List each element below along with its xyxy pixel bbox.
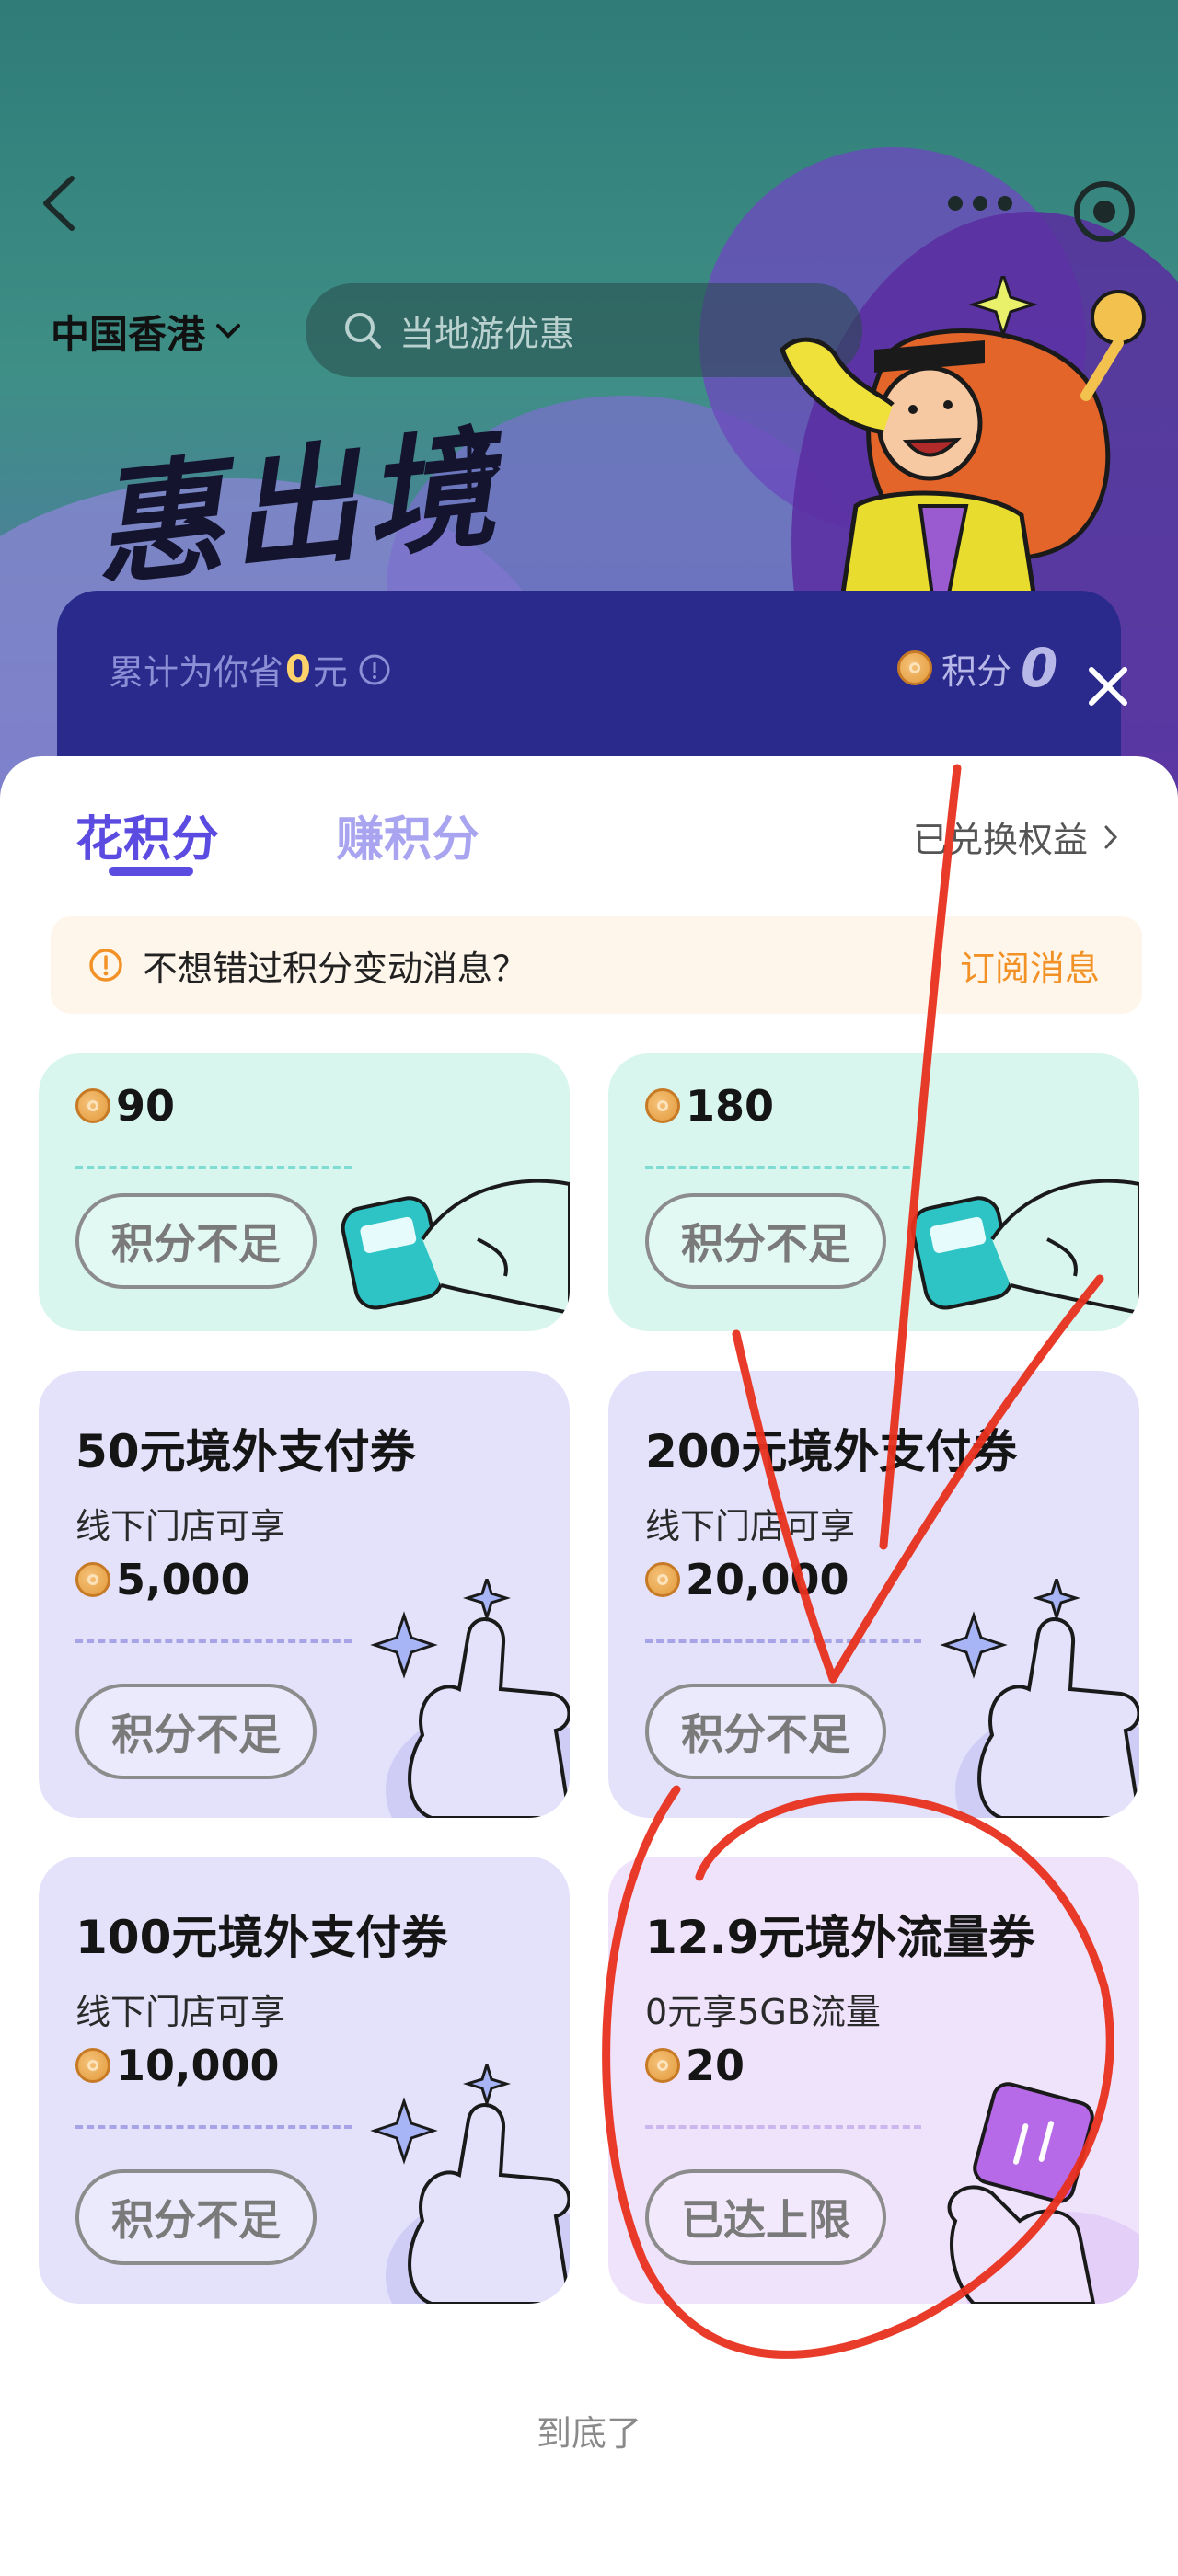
coupon-cost-value: 90	[116, 1081, 176, 1131]
coupon-cost-value: 20,000	[686, 1555, 849, 1604]
coupon-cost: 5,000	[75, 1555, 250, 1604]
coupon-cost: 90	[75, 1081, 175, 1131]
active-tab-indicator	[109, 867, 193, 876]
brand-logo-icon	[460, 432, 506, 510]
coupon-title: 100元境外支付券	[75, 1911, 448, 1964]
subscribe-button[interactable]: 订阅消息	[960, 940, 1100, 991]
redeem-button[interactable]: 积分不足	[75, 1193, 317, 1289]
coupon-subtitle: 线下门店可享	[645, 1506, 856, 1547]
points-coin-icon	[75, 1562, 110, 1597]
coupon-subtitle: 线下门店可享	[75, 1506, 286, 1547]
coupon-cost-value: 5,000	[116, 1555, 250, 1604]
redeemed-benefits-link[interactable]: 已兑换权益	[913, 811, 1119, 862]
target-icon	[1074, 181, 1135, 242]
metro-card-illustration	[341, 1179, 570, 1316]
redeem-button[interactable]: 积分不足	[645, 1193, 886, 1289]
points-coin-icon	[75, 2048, 110, 2083]
chevron-down-icon	[216, 324, 241, 339]
coupon-cost: 180	[645, 1081, 774, 1131]
redeem-button[interactable]: 已达上限	[645, 2169, 886, 2265]
coupon-card[interactable]: 200元境外支付券 线下门店可享 20,000 积分不足	[608, 1371, 1139, 1818]
tab-earn-points[interactable]: 赚积分	[336, 800, 479, 869]
points-value: 0	[1021, 637, 1058, 699]
tab-spend-points[interactable]: 花积分	[75, 800, 219, 869]
search-placeholder: 当地游优惠	[399, 313, 575, 354]
info-icon[interactable]	[357, 652, 392, 687]
points-balance[interactable]: 积分 0	[897, 637, 1057, 699]
savings-amount: 0	[285, 648, 311, 691]
region-label: 中国香港	[51, 311, 206, 357]
points-coin-icon	[645, 2048, 680, 2083]
coupon-subtitle: 线下门店可享	[75, 1992, 286, 2032]
coupon-cost-value: 10,000	[116, 2041, 280, 2090]
coupon-title: 200元境外支付券	[645, 1425, 1018, 1478]
redeem-button[interactable]: 积分不足	[645, 1684, 886, 1779]
coupon-card[interactable]: 12.9元境外流量券 0元享5GB流量 20 已达上限	[608, 1857, 1139, 2304]
points-coin-icon	[897, 650, 932, 685]
coupon-card[interactable]: 180 积分不足	[608, 1053, 1139, 1331]
chevron-right-icon	[1104, 825, 1118, 848]
points-label: 积分	[941, 650, 1012, 692]
redeem-button[interactable]: 积分不足	[75, 1684, 317, 1779]
notice-text: 不想错过积分变动消息？	[143, 948, 528, 989]
thumbs-up-illustration	[940, 1579, 1139, 1818]
more-button[interactable]	[939, 180, 1022, 226]
chevron-left-icon	[43, 176, 75, 231]
coupon-title: 50元境外支付券	[75, 1425, 416, 1478]
search-icon	[345, 313, 381, 349]
sim-card-illustration	[947, 2082, 1139, 2304]
back-button[interactable]	[35, 171, 90, 236]
savings-suffix: 元	[312, 652, 348, 693]
points-coin-icon	[75, 1088, 110, 1123]
warning-icon	[89, 949, 122, 982]
points-coin-icon	[645, 1088, 680, 1123]
region-selector[interactable]: 中国香港	[51, 294, 242, 368]
coupon-cost-value: 180	[686, 1081, 775, 1131]
coupon-card[interactable]: 100元境外支付券 线下门店可享 10,000 积分不足	[39, 1857, 570, 2304]
coupon-card[interactable]: 50元境外支付券 线下门店可享 5,000 积分不足	[39, 1371, 570, 1818]
coupon-cost: 20	[645, 2041, 745, 2090]
savings-prefix: 累计为你省	[109, 652, 284, 693]
close-miniprogram-button[interactable]	[1068, 175, 1141, 248]
coupon-cost: 20,000	[645, 1555, 849, 1604]
thumbs-up-illustration	[370, 1579, 570, 1818]
points-coin-icon	[645, 1562, 680, 1597]
coupon-cost-value: 20	[686, 2041, 745, 2090]
more-dots-icon	[948, 196, 1012, 211]
thumbs-up-illustration	[370, 2064, 570, 2304]
metro-card-illustration	[910, 1179, 1139, 1316]
coupon-title: 12.9元境外流量券	[645, 1911, 1035, 1964]
coupon-card[interactable]: 90 积分不足	[39, 1053, 570, 1331]
redeem-button[interactable]: 积分不足	[75, 2169, 317, 2265]
savings-summary: 累计为你省 0 元	[109, 644, 392, 695]
subscribe-notice: 不想错过积分变动消息？ 订阅消息	[51, 916, 1142, 1014]
coupon-cost: 10,000	[75, 2041, 280, 2090]
close-icon	[1089, 667, 1127, 706]
coupon-subtitle: 0元享5GB流量	[645, 1992, 881, 2032]
close-button[interactable]	[1084, 662, 1132, 710]
redeemed-label: 已兑换权益	[913, 820, 1089, 860]
end-of-list-text: 到底了	[536, 2413, 641, 2454]
